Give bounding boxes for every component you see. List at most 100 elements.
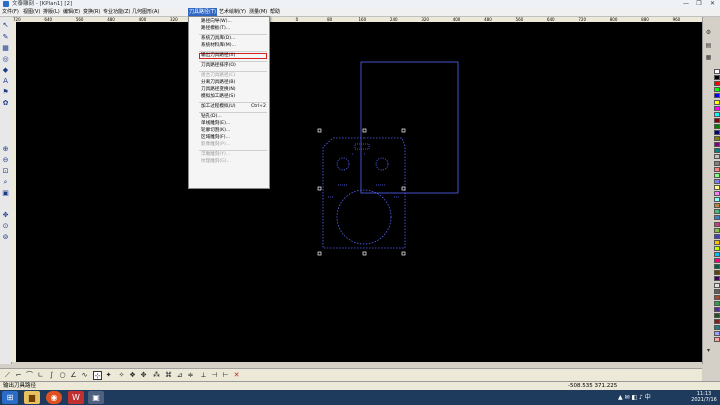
color-swatch[interactable] <box>714 191 720 196</box>
color-swatch[interactable] <box>714 105 720 111</box>
menu-art[interactable]: 艺术绘制(Y) <box>218 8 247 16</box>
color-swatch[interactable] <box>714 160 720 166</box>
color-swatch[interactable] <box>714 99 720 105</box>
clock[interactable]: 11:13 2021/7/16 <box>690 391 718 403</box>
node-delete-icon[interactable]: ❖ <box>128 371 137 380</box>
menu-file[interactable]: 文件(F) <box>1 8 20 16</box>
angle-icon[interactable]: ∠ <box>69 371 78 380</box>
color-swatch[interactable] <box>714 245 720 251</box>
maximize-button[interactable]: ❐ <box>693 0 705 8</box>
color-swatch[interactable] <box>714 331 720 337</box>
menu-measure[interactable]: 测量(M) <box>248 8 268 16</box>
zoom-out-icon[interactable]: ⊖ <box>1 156 10 165</box>
zoom-all-icon[interactable]: ⌕ <box>1 178 10 187</box>
color-swatch[interactable] <box>714 111 720 117</box>
selection-handles[interactable] <box>317 128 406 256</box>
color-swatch[interactable] <box>714 197 720 203</box>
color-swatch[interactable] <box>714 69 720 74</box>
node-move-icon[interactable]: ✧ <box>117 371 126 380</box>
corner-icon[interactable]: ∟ <box>36 371 45 380</box>
color-swatch[interactable] <box>714 282 720 288</box>
toolpath-menu-item[interactable]: 分离刀具路径(B) <box>201 80 235 86</box>
trim-icon[interactable]: ⟂ <box>199 371 208 380</box>
color-swatch[interactable] <box>714 288 720 294</box>
color-swatch[interactable] <box>714 221 720 227</box>
menu-help[interactable]: 帮助 <box>269 8 281 16</box>
sharp-icon[interactable]: ⊿ <box>175 371 184 380</box>
color-swatch[interactable] <box>714 306 720 312</box>
menu-layout[interactable]: 排版(L) <box>42 8 61 16</box>
engraving-app-icon[interactable]: ▣ <box>88 391 104 404</box>
color-swatch[interactable] <box>714 258 720 264</box>
color-swatch[interactable] <box>714 130 720 135</box>
palette-tool-icon[interactable]: ⚙ <box>705 29 712 36</box>
toolpath-menu-item[interactable]: 模拟加工路径(S) <box>201 94 235 100</box>
toolpath-menu-item[interactable]: 系统刀具库(D)... <box>201 36 235 42</box>
start-button-icon[interactable]: ⊞ <box>2 391 18 404</box>
menu-edit[interactable]: 编辑(E) <box>62 8 81 16</box>
color-swatch[interactable] <box>714 178 720 184</box>
toolpath-menu-item[interactable]: 轮廓切割(K)... <box>201 128 230 134</box>
smooth-icon[interactable]: ⌘ <box>164 371 173 380</box>
node-edit-icon[interactable]: ✎ <box>1 33 10 42</box>
tray-icons[interactable]: ▲ ✉ ◧ ♪ 中 <box>618 392 651 401</box>
menu-geometry[interactable]: 几何图形(A) <box>131 8 160 16</box>
toolpath-menu-item[interactable]: 路径向导(W)... <box>201 19 232 25</box>
color-swatch[interactable] <box>714 123 720 129</box>
curve-icon[interactable]: ∫ <box>47 371 56 380</box>
color-swatch[interactable] <box>714 215 720 221</box>
color-swatch[interactable] <box>714 148 720 154</box>
menu-transform[interactable]: 变换(R) <box>82 8 101 16</box>
menu-view[interactable]: 视图(V) <box>22 8 41 16</box>
node-join-icon[interactable]: ⁂ <box>152 371 161 380</box>
color-swatch[interactable] <box>714 300 720 306</box>
firefox-icon[interactable]: ◉ <box>46 391 62 404</box>
toolpath-menu-item[interactable]: 输出刀具路径(X) <box>201 53 235 59</box>
fill-icon[interactable]: ⚑ <box>1 88 10 97</box>
shape-icon[interactable]: ✿ <box>1 99 10 108</box>
color-swatch[interactable] <box>714 117 720 123</box>
delete-icon[interactable]: ✕ <box>232 371 241 380</box>
toolpath-menu-item[interactable]: 单线雕刻(E)... <box>201 121 230 127</box>
menu-toolpath[interactable]: 刀具路径(T) <box>188 8 217 16</box>
color-swatch[interactable] <box>714 337 720 343</box>
circle-tool-icon[interactable]: ◎ <box>1 55 10 64</box>
color-swatch[interactable] <box>714 172 720 178</box>
wps-icon[interactable]: W <box>68 391 84 404</box>
color-swatch[interactable] <box>714 294 720 300</box>
color-swatch[interactable] <box>714 227 720 233</box>
pan-icon[interactable]: ✥ <box>1 211 10 220</box>
select-arrow-icon[interactable]: ↖ <box>1 21 10 30</box>
close-button[interactable]: ✕ <box>706 0 719 8</box>
color-swatch[interactable] <box>714 87 720 93</box>
color-swatch[interactable] <box>714 166 720 172</box>
node-add-icon[interactable]: ✦ <box>104 371 113 380</box>
circle-icon[interactable]: ○ <box>58 371 67 380</box>
toolpath-menu-item[interactable]: 刀具路径变换(N) <box>201 87 236 93</box>
small-circle-left[interactable] <box>336 157 350 171</box>
zoom-page-icon[interactable]: ▣ <box>1 189 10 198</box>
toolpath-menu-item[interactable]: 刀具路径排序(O) <box>201 63 236 69</box>
color-swatch[interactable] <box>714 252 720 257</box>
node-break-icon[interactable]: ✥ <box>139 371 148 380</box>
color-swatch[interactable] <box>714 184 720 190</box>
toolpath-menu-item[interactable]: 区域雕刻(F)... <box>201 135 230 141</box>
node-select-icon[interactable]: ⊹ <box>93 371 102 380</box>
color-swatch[interactable] <box>714 264 720 270</box>
color-swatch[interactable] <box>714 325 720 331</box>
color-swatch[interactable] <box>714 233 720 239</box>
toolpath-menu-item[interactable]: 路径模板(T)... <box>201 26 230 32</box>
toolpath-menu-item[interactable]: 加工过程模拟(U) <box>201 104 236 110</box>
minimize-button[interactable]: — <box>680 0 692 8</box>
arc-tool-icon[interactable]: ⌒ <box>25 371 34 380</box>
toolpath-menu-item[interactable]: 钻孔(D)... <box>201 114 222 120</box>
color-swatch[interactable] <box>714 142 720 148</box>
palette-scroll-icon[interactable]: ▾ <box>705 347 712 354</box>
polyline-icon[interactable]: ⌐ <box>14 371 23 380</box>
line-tool-icon[interactable]: ⟋ <box>3 371 12 380</box>
chart-icon[interactable]: ▦ <box>1 44 10 53</box>
color-swatch[interactable] <box>714 319 720 325</box>
palette-grid-icon[interactable]: ▦ <box>705 54 712 61</box>
toolpath-menu-item[interactable]: 系统材料库(M)... <box>201 43 236 49</box>
color-swatch[interactable] <box>714 75 720 81</box>
